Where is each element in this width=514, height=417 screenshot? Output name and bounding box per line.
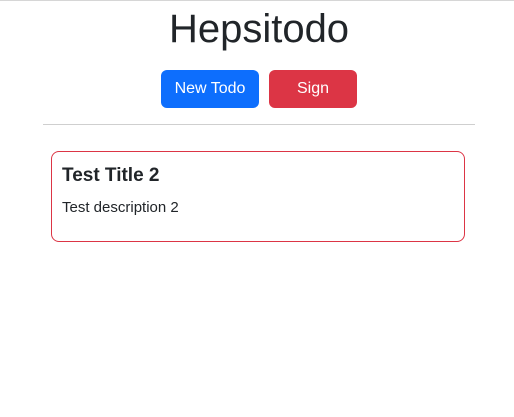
new-todo-button[interactable]: New Todo (161, 70, 259, 108)
sign-out-button[interactable]: Sign Out (269, 70, 357, 135)
action-bar: New Todo Sign Out (0, 70, 514, 135)
todo-card[interactable]: Test Title 2 Test description 2 (51, 151, 465, 242)
divider (43, 124, 475, 125)
page-title: Hepsitodo (168, 7, 350, 51)
app-root: Hepsitodo New Todo Sign Out Test Title 2… (0, 0, 514, 417)
todo-title: Test Title 2 (62, 165, 160, 186)
todo-description: Test description 2 (62, 199, 179, 216)
top-border (0, 0, 514, 1)
